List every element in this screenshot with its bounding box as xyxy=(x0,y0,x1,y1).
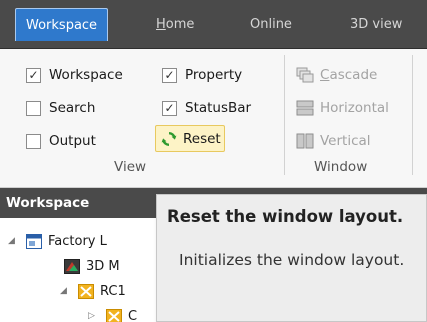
tooltip-title: Reset the window layout. xyxy=(167,207,404,226)
tab-home-mnemonic: H xyxy=(156,17,166,32)
search-check-box xyxy=(26,100,41,116)
tree-item-3d-model[interactable]: 3D M xyxy=(64,255,120,277)
group-separator xyxy=(284,55,285,175)
view-group-label: View xyxy=(114,159,147,175)
cascade-button[interactable]: Cascade xyxy=(296,64,377,86)
output-check-box xyxy=(26,133,41,149)
cascade-icon xyxy=(296,67,314,83)
cascade-mnemonic: C xyxy=(320,67,330,83)
workspace-checkbox-label: Workspace xyxy=(49,67,123,83)
output-checkbox[interactable]: Output xyxy=(26,130,96,152)
statusbar-checkbox-label: StatusBar xyxy=(185,100,252,116)
expand-arrow-icon[interactable]: ▷ xyxy=(88,311,98,321)
refresh-icon xyxy=(161,131,177,146)
horizontal-button[interactable]: Horizontal xyxy=(296,97,389,119)
vertical-label: Vertical xyxy=(320,133,371,149)
workspace-check-mark: ✓ xyxy=(26,67,41,83)
robot-icon xyxy=(106,308,122,322)
ribbon-tab-bar: Workspace Home Online 3D view xyxy=(0,0,427,49)
group-separator-right xyxy=(412,55,413,175)
tree-item-3d-model-label: 3D M xyxy=(86,258,120,274)
window-group-label: Window xyxy=(314,159,368,175)
tile-vertical-icon xyxy=(296,133,314,149)
workspace-checkbox[interactable]: ✓ Workspace xyxy=(26,64,123,86)
tree-item-rc1-label: RC1 xyxy=(100,283,126,299)
ribbon-panel: ✓ Workspace ✓ Property Search ✓ StatusBa… xyxy=(0,49,427,188)
statusbar-check-mark: ✓ xyxy=(162,100,177,116)
tree-item-factory-label: Factory L xyxy=(48,233,107,249)
property-checkbox[interactable]: ✓ Property xyxy=(162,64,242,86)
vertical-button[interactable]: Vertical xyxy=(296,130,371,152)
collapse-arrow-icon[interactable]: ◢ xyxy=(60,286,70,296)
tab-3d-view[interactable]: 3D view xyxy=(350,8,402,41)
tooltip-description: Initializes the window layout. xyxy=(179,251,405,269)
tree-item-child[interactable]: ▷ C xyxy=(88,305,137,322)
tab-home-label: ome xyxy=(165,17,195,32)
search-checkbox-label: Search xyxy=(49,100,96,116)
reset-tooltip: Reset the window layout. Initializes the… xyxy=(156,194,427,322)
horizontal-label: Horizontal xyxy=(320,100,389,116)
collapse-arrow-icon[interactable]: ◢ xyxy=(8,236,18,246)
tab-online[interactable]: Online xyxy=(250,8,292,41)
cascade-label: ascade xyxy=(329,67,378,83)
tile-horizontal-icon xyxy=(296,100,314,116)
tab-workspace[interactable]: Workspace xyxy=(15,8,109,41)
reset-button[interactable]: Reset xyxy=(155,125,225,152)
search-checkbox[interactable]: Search xyxy=(26,97,95,119)
tree-item-factory[interactable]: ◢ Factory L xyxy=(8,230,107,252)
3d-model-icon xyxy=(64,258,80,274)
output-checkbox-label: Output xyxy=(49,133,96,149)
property-check-mark: ✓ xyxy=(162,67,177,83)
property-checkbox-label: Property xyxy=(185,67,243,83)
factory-layout-icon xyxy=(26,233,42,249)
statusbar-checkbox[interactable]: ✓ StatusBar xyxy=(162,97,251,119)
tree-item-rc1[interactable]: ◢ RC1 xyxy=(60,280,126,302)
reset-button-label: Reset xyxy=(183,130,221,147)
robot-controller-icon xyxy=(78,283,94,299)
tab-home[interactable]: Home xyxy=(156,8,194,41)
tree-item-child-label: C xyxy=(128,308,138,322)
